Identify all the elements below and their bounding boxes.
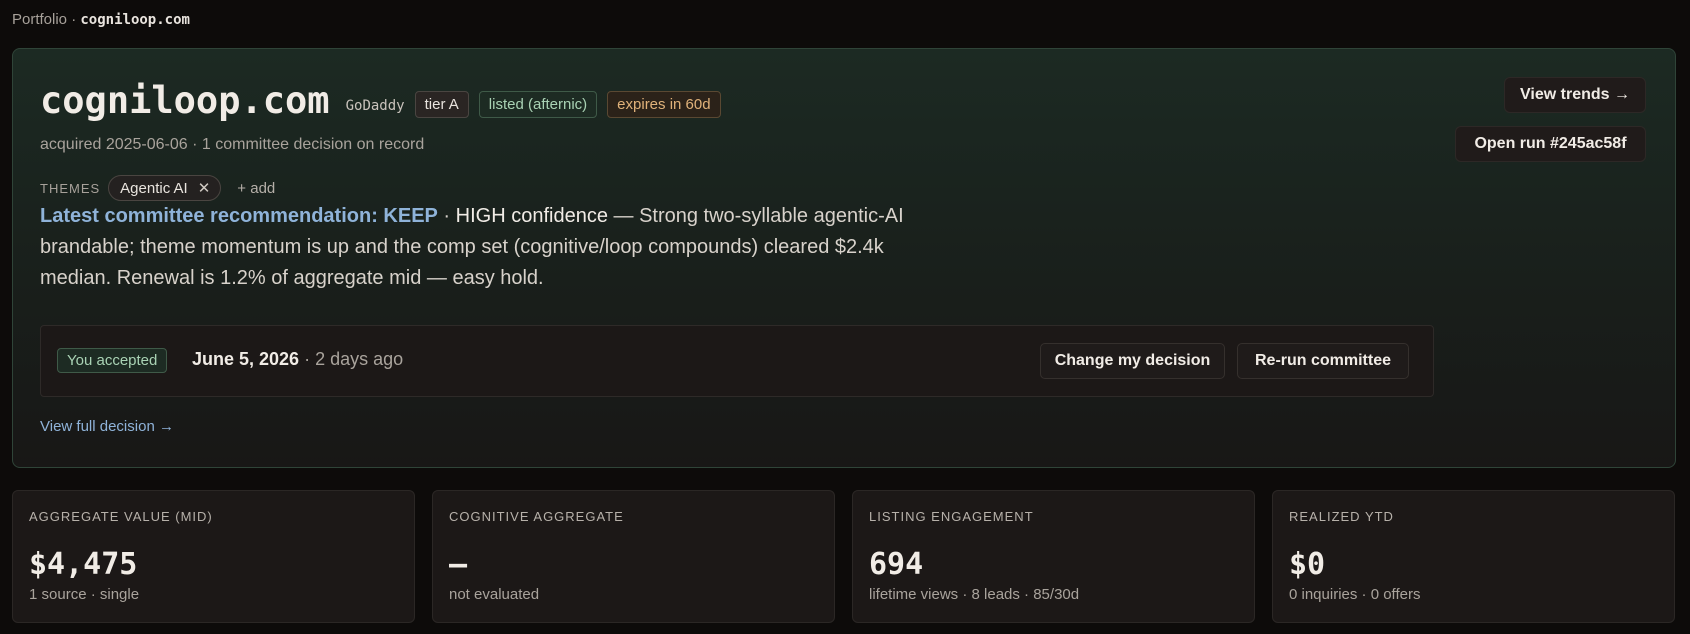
stat-card-realized-ytd: REALIZED YTD $0 0 inquiries · 0 offers (1272, 490, 1675, 623)
listing-status-badge: listed (afternic) (478, 91, 598, 118)
view-full-decision-link[interactable]: View full decision → (40, 418, 174, 435)
remove-theme-icon[interactable]: ✕ (198, 179, 211, 197)
stat-value: $0 (1289, 547, 1326, 582)
breadcrumb-current: cogniloop.com (80, 12, 190, 28)
acquisition-meta: acquired 2025-06-06 · 1 committee decisi… (40, 136, 425, 153)
committee-recommendation: Latest committee recommendation: KEEP · … (40, 201, 960, 294)
stat-card-cognitive-aggregate: COGNITIVE AGGREGATE — not evaluated (432, 490, 835, 623)
expiry-badge: expires in 60d (607, 91, 721, 118)
decision-status-badge: You accepted (57, 348, 168, 373)
recommendation-separator: · (437, 205, 456, 227)
stat-label: COGNITIVE AGGREGATE (449, 509, 624, 524)
stat-subtext: 1 source · single (29, 586, 140, 603)
decision-date-value: June 5, 2026 (192, 349, 300, 369)
stat-card-listing-engagement: LISTING ENGAGEMENT 694 lifetime views · … (852, 490, 1255, 623)
tier-badge: tier A (414, 91, 469, 118)
title-row: cogniloop.com GoDaddy tier A listed (aft… (40, 79, 721, 122)
breadcrumb-separator: · (71, 11, 77, 28)
domain-overview-card: cogniloop.com GoDaddy tier A listed (aft… (12, 48, 1676, 468)
recommendation-heading: Latest committee recommendation: KEEP (40, 205, 438, 227)
stat-value: — (449, 547, 468, 582)
breadcrumb: Portfolio · cogniloop.com (12, 11, 190, 28)
stat-value: 694 (869, 547, 924, 582)
page-title: cogniloop.com (40, 79, 330, 122)
add-theme-button[interactable]: + add (237, 180, 275, 197)
theme-chip-label: Agentic AI (120, 179, 188, 197)
decision-bar: You accepted June 5, 2026 · 2 days ago C… (40, 325, 1434, 397)
open-run-button[interactable]: Open run #245ac58f (1455, 126, 1646, 162)
stat-label: LISTING ENGAGEMENT (869, 509, 1034, 524)
breadcrumb-portfolio-link[interactable]: Portfolio (12, 11, 67, 28)
registrar-label: GoDaddy (345, 97, 405, 114)
theme-chip-agentic-ai: Agentic AI ✕ (108, 175, 222, 201)
stat-card-aggregate-value: AGGREGATE VALUE (MID) $4,475 1 source · … (12, 490, 415, 623)
view-trends-button[interactable]: View trends → (1504, 77, 1646, 113)
decision-relative-time: · 2 days ago (299, 349, 404, 369)
themes-label: THEMES (40, 180, 101, 196)
stat-label: REALIZED YTD (1289, 509, 1394, 524)
recommendation-confidence: HIGH confidence (455, 205, 608, 227)
change-decision-button[interactable]: Change my decision (1040, 343, 1225, 379)
rerun-committee-button[interactable]: Re-run committee (1237, 343, 1409, 379)
themes-row: THEMES Agentic AI ✕ + add (40, 175, 275, 201)
decision-date: June 5, 2026 · 2 days ago (192, 349, 403, 370)
stat-subtext: not evaluated (449, 586, 540, 603)
stat-subtext: lifetime views · 8 leads · 85/30d (869, 586, 1080, 603)
stat-subtext: 0 inquiries · 0 offers (1289, 586, 1421, 603)
stat-label: AGGREGATE VALUE (MID) (29, 509, 213, 524)
stat-value: $4,475 (29, 547, 138, 582)
